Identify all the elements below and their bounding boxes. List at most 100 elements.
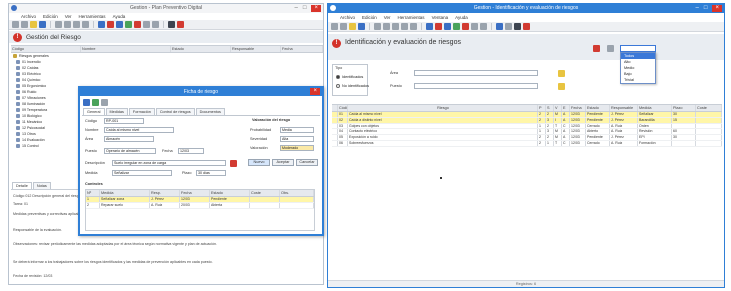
tree-header-estado[interactable]: Estado [171, 46, 231, 52]
copy-icon[interactable] [73, 21, 80, 28]
dialog-col-fecha[interactable]: Fecha [180, 190, 210, 196]
close-button[interactable]: × [311, 5, 321, 12]
col-fecha[interactable]: Fecha [570, 105, 586, 111]
filter-icon[interactable] [116, 21, 123, 28]
add-icon[interactable] [92, 99, 99, 106]
tab-detalle[interactable]: Detalle [12, 182, 32, 189]
col-e[interactable]: E [562, 105, 570, 111]
tree-header-responsable[interactable]: Responsable [231, 46, 281, 52]
menu-ventana[interactable]: Ventana [432, 14, 449, 21]
menu-herramientas[interactable]: Herramientas [79, 13, 106, 20]
puesto-field[interactable]: Operario de almacén [104, 148, 156, 154]
print-icon[interactable] [374, 23, 381, 30]
delete-icon[interactable] [134, 21, 141, 28]
copy-icon[interactable] [392, 23, 399, 30]
minimize-button[interactable]: – [295, 5, 298, 12]
dialog-col-n[interactable]: Nº [86, 190, 100, 196]
area-field[interactable]: Almacén [104, 136, 154, 142]
dialog-col-resp[interactable]: Resp. [150, 190, 180, 196]
nombre-field[interactable]: Caída al mismo nivel [104, 127, 174, 133]
dropdown-option[interactable]: Trivial [621, 77, 655, 83]
folder-icon[interactable] [349, 23, 356, 30]
col-s[interactable]: S [546, 105, 554, 111]
search-icon[interactable] [558, 70, 565, 77]
fecha-field[interactable]: 12/03 [178, 148, 204, 154]
menu-ayuda[interactable]: Ayuda [455, 14, 468, 21]
refresh-icon[interactable] [98, 21, 105, 28]
cut-icon[interactable] [410, 23, 417, 30]
minimize-button[interactable]: – [696, 5, 699, 12]
cancelar-button[interactable]: Cancelar [296, 159, 318, 166]
exit-icon[interactable] [523, 23, 530, 30]
settings-icon[interactable] [505, 23, 512, 30]
nuevo-button[interactable]: Nuevo [248, 159, 270, 166]
tab-general[interactable]: General [83, 108, 105, 115]
tree-header-nombre[interactable]: Nombre [81, 46, 171, 52]
chart-icon[interactable] [496, 23, 503, 30]
menu-ver[interactable]: Ver [65, 13, 72, 20]
add-icon[interactable] [125, 21, 132, 28]
dialog-col-estado[interactable]: Estado [210, 190, 250, 196]
col-riesgo[interactable]: Riesgo [348, 105, 538, 111]
maximize-button[interactable]: □ [704, 5, 708, 12]
filter-icon[interactable] [444, 23, 451, 30]
col-coste[interactable]: Coste [696, 105, 722, 111]
puesto-filter-select[interactable] [414, 83, 538, 89]
maximize-button[interactable]: □ [303, 5, 307, 12]
delete-icon[interactable] [462, 23, 469, 30]
dialog-col-medida[interactable]: Medida [100, 190, 150, 196]
preview-icon[interactable] [64, 21, 71, 28]
back-icon[interactable] [331, 23, 338, 30]
forward-icon[interactable] [340, 23, 347, 30]
save-icon[interactable] [83, 99, 90, 106]
forward-icon[interactable] [21, 21, 28, 28]
tree-header-fecha[interactable]: Fecha [281, 46, 323, 52]
menu-edicion[interactable]: Edición [362, 14, 377, 21]
col-plazo[interactable]: Plazo [672, 105, 696, 111]
tree-header-codigo[interactable]: Código [11, 46, 81, 52]
down-arrow-icon[interactable] [480, 23, 487, 30]
help-icon[interactable] [514, 23, 521, 30]
col-responsable[interactable]: Responsable [610, 105, 638, 111]
tab-control-riesgos[interactable]: Control de riesgos [155, 108, 195, 115]
table-row[interactable]: 06 Sobreesfuerzos 2 1 T C 12/03 Cerrado A. Ruiz F… [332, 140, 722, 147]
preview-icon[interactable] [383, 23, 390, 30]
print-icon[interactable] [101, 99, 108, 106]
add-icon[interactable] [453, 23, 460, 30]
table-row[interactable]: 2 Reparar suelo A. Ruiz 20/03 Abierta [86, 202, 314, 209]
radio-no-identificados[interactable]: No identificados [336, 84, 369, 88]
menu-archivo[interactable]: Archivo [340, 14, 355, 21]
dialog-col-coste[interactable]: Coste [250, 190, 280, 196]
tab-medidas[interactable]: Medidas [105, 108, 128, 115]
up-arrow-icon[interactable] [471, 23, 478, 30]
exit-icon[interactable] [177, 21, 184, 28]
menu-ver[interactable]: Ver [384, 14, 391, 21]
folder-icon[interactable] [30, 21, 37, 28]
codigo-field[interactable]: RP-001 [104, 118, 144, 124]
col-v[interactable]: V [554, 105, 562, 111]
aceptar-button[interactable]: Aceptar [272, 159, 294, 166]
col-estado[interactable]: Estado [586, 105, 610, 111]
area-filter-select[interactable] [414, 70, 538, 76]
col-medida[interactable]: Medida [638, 105, 672, 111]
warning-icon[interactable] [593, 45, 600, 52]
col-codigo[interactable]: Código [338, 105, 348, 111]
up-arrow-icon[interactable] [143, 21, 150, 28]
radio-identificados[interactable]: Identificados [336, 75, 363, 79]
menu-archivo[interactable]: Archivo [21, 13, 36, 20]
menu-icon[interactable] [607, 45, 614, 52]
alert-icon[interactable] [230, 160, 237, 167]
medida-field[interactable]: Señalizar [112, 170, 172, 176]
tab-notas[interactable]: Notas [32, 182, 51, 189]
down-arrow-icon[interactable] [152, 21, 159, 28]
tab-documentos[interactable]: Documentos [195, 108, 225, 115]
alert-icon[interactable] [107, 21, 114, 28]
valoracion-field[interactable]: Moderado [280, 145, 314, 151]
refresh-icon[interactable] [426, 23, 433, 30]
col-p[interactable]: P [538, 105, 546, 111]
severidad-field[interactable]: Alta [280, 136, 314, 142]
paste-icon[interactable] [82, 21, 89, 28]
dialog-close-button[interactable]: × [310, 88, 320, 95]
dialog-col-obs[interactable]: Obs. [280, 190, 314, 196]
menu-edicion[interactable]: Edición [43, 13, 58, 20]
